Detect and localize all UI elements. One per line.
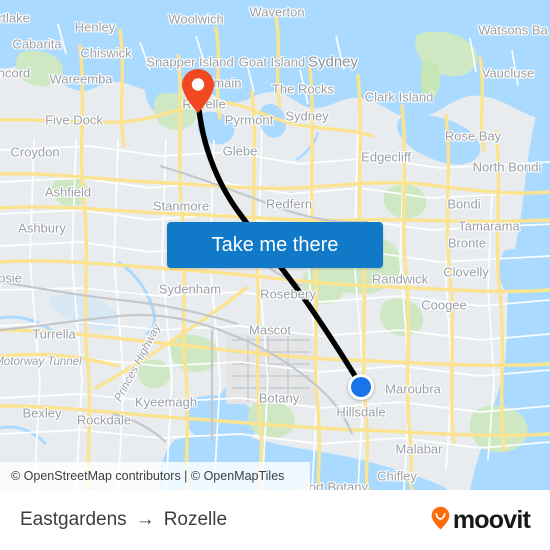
footer-bar: Eastgardens → Rozelle moovit (0, 490, 550, 550)
map-canvas[interactable]: rtlake Henley Woolwich Waverton Watsons Ba Ca… (0, 0, 550, 490)
origin-dot-core (351, 377, 371, 397)
route-destination-label: Rozelle (163, 509, 228, 530)
moovit-logo[interactable]: moovit (431, 505, 531, 535)
map-attribution[interactable]: © OpenStreetMap contributors | © OpenMap… (0, 462, 310, 490)
moovit-wordmark: moovit (452, 505, 531, 534)
moovit-trip-screen: rtlake Henley Woolwich Waverton Watsons Ba Ca… (0, 0, 550, 550)
destination-pin-icon[interactable] (181, 68, 215, 114)
origin-location-dot[interactable] (348, 374, 374, 400)
take-me-there-button[interactable]: Take me there (167, 222, 383, 268)
arrow-right-icon: → (135, 509, 155, 530)
route-origin-label: Eastgardens (20, 509, 127, 530)
route-summary: Eastgardens → Rozelle (20, 509, 227, 531)
moovit-pin-icon (431, 506, 450, 535)
